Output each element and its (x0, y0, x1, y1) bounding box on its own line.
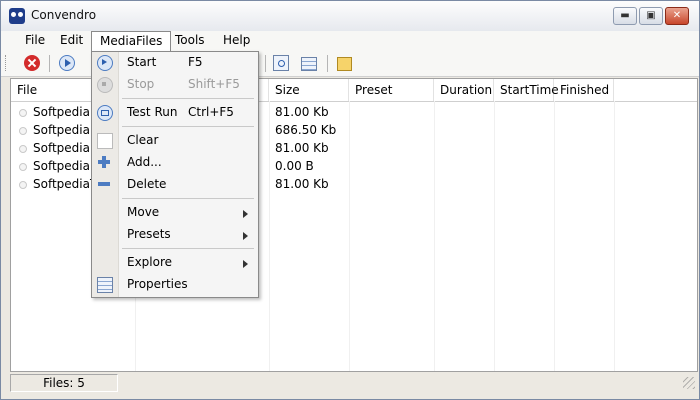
menu-item-shortcut: Ctrl+F5 (188, 105, 234, 119)
play-icon[interactable] (59, 55, 75, 71)
file-name: SoftpediaTe (33, 177, 91, 191)
menu-file[interactable]: File (17, 31, 53, 51)
close-button[interactable]: ✕ (665, 7, 689, 25)
edit-icon[interactable] (337, 57, 352, 71)
add-icon (97, 155, 111, 169)
grid-icon[interactable] (301, 57, 317, 71)
menu-item-label: Delete (127, 177, 167, 191)
toolbar-separator (265, 55, 266, 72)
menu-tools[interactable]: Tools (167, 31, 213, 51)
properties-icon (97, 277, 113, 293)
menu-item-label: Start (127, 55, 157, 69)
maximize-button[interactable]: ▣ (639, 7, 663, 25)
toolbar-grip[interactable] (5, 55, 9, 71)
submenu-arrow-icon (243, 210, 248, 218)
column-header-preset[interactable]: Preset (349, 79, 434, 101)
submenu-arrow-icon (243, 260, 248, 268)
menu-edit[interactable]: Edit (52, 31, 91, 51)
menu-separator (122, 126, 254, 127)
menu-item-shortcut: F5 (188, 55, 203, 69)
file-size: 81.00 Kb (275, 105, 329, 119)
menu-separator (122, 98, 254, 99)
menu-item-label: Clear (127, 133, 159, 147)
status-bar: Files: 5 (1, 372, 699, 399)
menu-help[interactable]: Help (215, 31, 258, 51)
column-header-duration[interactable]: Duration (434, 79, 494, 101)
row-bullet-icon (19, 145, 27, 153)
menu-item-label: Move (127, 205, 160, 219)
file-size: 0.00 B (275, 159, 314, 173)
menu-item-label: Explore (127, 255, 173, 269)
menu-item-test-run[interactable]: Test Run Ctrl+F5 (92, 102, 258, 124)
column-header-starttime[interactable]: StartTime (494, 79, 559, 101)
menu-item-label: Add... (127, 155, 162, 169)
menu-bar: File Edit MediaFiles Tools Help (1, 31, 699, 51)
column-header-size[interactable]: Size (269, 79, 349, 101)
files-count: Files: 5 (10, 374, 118, 392)
file-name: Softpedia Te (33, 141, 91, 155)
file-size: 686.50 Kb (275, 123, 337, 137)
menu-separator (122, 198, 254, 199)
row-bullet-icon (19, 127, 27, 135)
menu-item-label: Test Run (127, 105, 178, 119)
resize-grip-icon[interactable] (683, 377, 695, 389)
menu-item-start[interactable]: Start F5 (92, 52, 258, 74)
menu-item-label: Stop (127, 77, 155, 91)
app-window: Convendro ▬ ▣ ✕ File Edit MediaFiles Too… (0, 0, 700, 400)
file-name: Softpedia Te (33, 159, 91, 173)
menu-item-properties[interactable]: Properties (92, 274, 258, 296)
stop-icon[interactable] (24, 55, 40, 71)
toolbar-separator (49, 55, 50, 72)
menu-item-label: Properties (127, 277, 188, 291)
menu-item-presets[interactable]: Presets (92, 224, 258, 246)
start-icon (97, 55, 113, 71)
test-run-icon (97, 105, 113, 121)
toolbar-separator (327, 55, 328, 72)
app-icon (9, 8, 25, 24)
menu-separator (122, 248, 254, 249)
stop-icon (97, 77, 113, 93)
menu-item-move[interactable]: Move (92, 202, 258, 224)
file-size: 81.00 Kb (275, 177, 329, 191)
menu-item-label: Presets (127, 227, 171, 241)
minimize-button[interactable]: ▬ (613, 7, 637, 25)
row-bullet-icon (19, 181, 27, 189)
file-name: Softpedia te (33, 123, 91, 137)
submenu-arrow-icon (243, 232, 248, 240)
menu-item-explore[interactable]: Explore (92, 252, 258, 274)
row-bullet-icon (19, 163, 27, 171)
file-name: Softpedia.av (33, 105, 91, 119)
menu-item-add[interactable]: Add... (92, 152, 258, 174)
menu-item-delete[interactable]: Delete (92, 174, 258, 196)
column-header-finished[interactable]: Finished (554, 79, 614, 101)
menu-item-clear[interactable]: Clear (92, 130, 258, 152)
find-icon[interactable] (273, 55, 289, 71)
title-bar[interactable]: Convendro ▬ ▣ ✕ (1, 1, 699, 32)
row-bullet-icon (19, 109, 27, 117)
menu-item-stop: Stop Shift+F5 (92, 74, 258, 96)
clear-icon (97, 133, 113, 149)
file-size: 81.00 Kb (275, 141, 329, 155)
window-title: Convendro (31, 8, 97, 22)
menu-item-shortcut: Shift+F5 (188, 77, 240, 91)
delete-icon (97, 177, 111, 191)
mediafiles-menu: Start F5 Stop Shift+F5 Test Run Ctrl+F5 … (91, 51, 259, 298)
menu-mediafiles[interactable]: MediaFiles (91, 31, 172, 51)
